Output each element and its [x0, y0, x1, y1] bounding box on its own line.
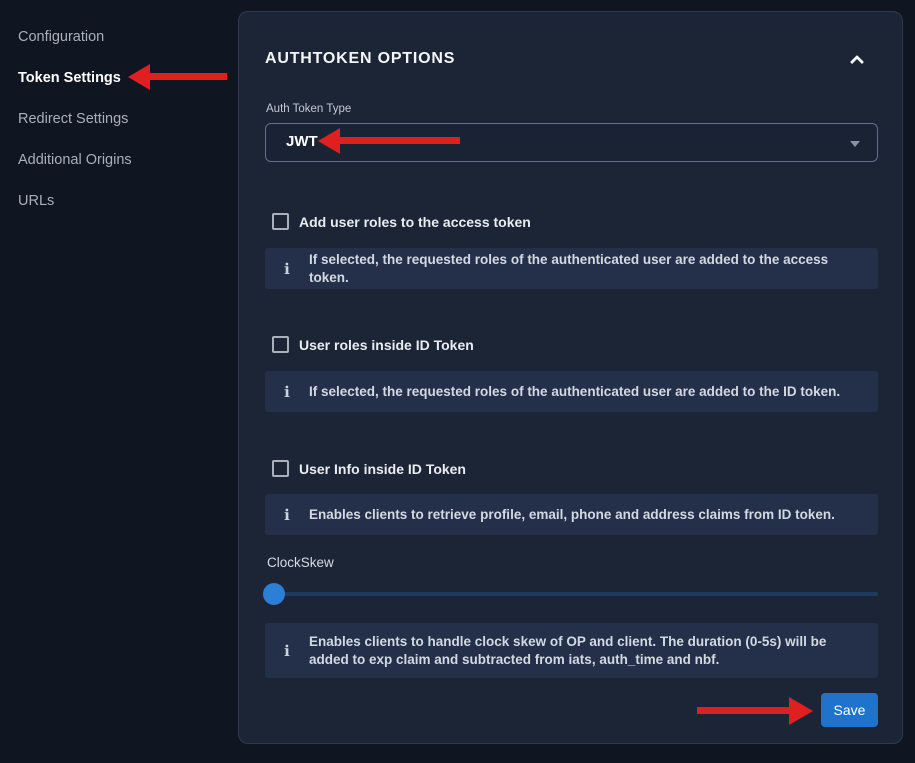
info-icon: ℹ: [265, 260, 309, 278]
arrow-tail: [149, 73, 227, 80]
info-box-user-info: ℹ Enables clients to retrieve profile, e…: [265, 494, 878, 535]
checkbox-user-info-id-token[interactable]: [272, 460, 289, 477]
checkbox-user-roles-id-token[interactable]: [272, 336, 289, 353]
info-text: If selected, the requested roles of the …: [309, 251, 878, 287]
info-box-access-token: ℹ If selected, the requested roles of th…: [265, 248, 878, 289]
info-box-clockskew: ℹ Enables clients to handle clock skew o…: [265, 623, 878, 678]
checkbox-add-user-roles-access-token[interactable]: [272, 213, 289, 230]
sidebar-item-urls[interactable]: URLs: [18, 192, 54, 210]
collapse-section-button[interactable]: [848, 52, 868, 68]
info-icon: ℹ: [265, 642, 309, 660]
info-text: Enables clients to handle clock skew of …: [309, 633, 878, 669]
panel-title: AUTHTOKEN OPTIONS: [265, 50, 455, 68]
sidebar-item-configuration[interactable]: Configuration: [18, 28, 104, 46]
clockskew-label: ClockSkew: [267, 555, 334, 570]
clockskew-slider-thumb[interactable]: [263, 583, 285, 605]
authtoken-options-panel: AUTHTOKEN OPTIONS Auth Token Type JWT Ad…: [238, 11, 903, 744]
checkbox-label: User Info inside ID Token: [299, 461, 466, 477]
auth-token-type-label: Auth Token Type: [266, 103, 351, 115]
checkbox-label: Add user roles to the access token: [299, 214, 531, 230]
chevron-up-icon: [850, 55, 864, 69]
info-text: Enables clients to retrieve profile, ema…: [309, 506, 878, 524]
auth-token-type-value: JWT: [286, 133, 318, 150]
info-text: If selected, the requested roles of the …: [309, 383, 878, 401]
sidebar-item-token-settings[interactable]: Token Settings: [18, 69, 121, 87]
clockskew-slider-track[interactable]: [265, 592, 878, 596]
info-icon: ℹ: [265, 506, 309, 524]
checkbox-label: User roles inside ID Token: [299, 337, 474, 353]
token-settings-page: Configuration Token Settings Redirect Se…: [0, 0, 915, 763]
sidebar-item-additional-origins[interactable]: Additional Origins: [18, 151, 132, 169]
save-button[interactable]: Save: [821, 693, 878, 727]
sidebar-item-redirect-settings[interactable]: Redirect Settings: [18, 110, 128, 128]
arrow-head-icon: [128, 64, 150, 90]
auth-token-type-select[interactable]: JWT: [265, 123, 878, 162]
info-box-id-token-roles: ℹ If selected, the requested roles of th…: [265, 371, 878, 412]
caret-down-icon: [850, 141, 860, 147]
info-icon: ℹ: [265, 383, 309, 401]
